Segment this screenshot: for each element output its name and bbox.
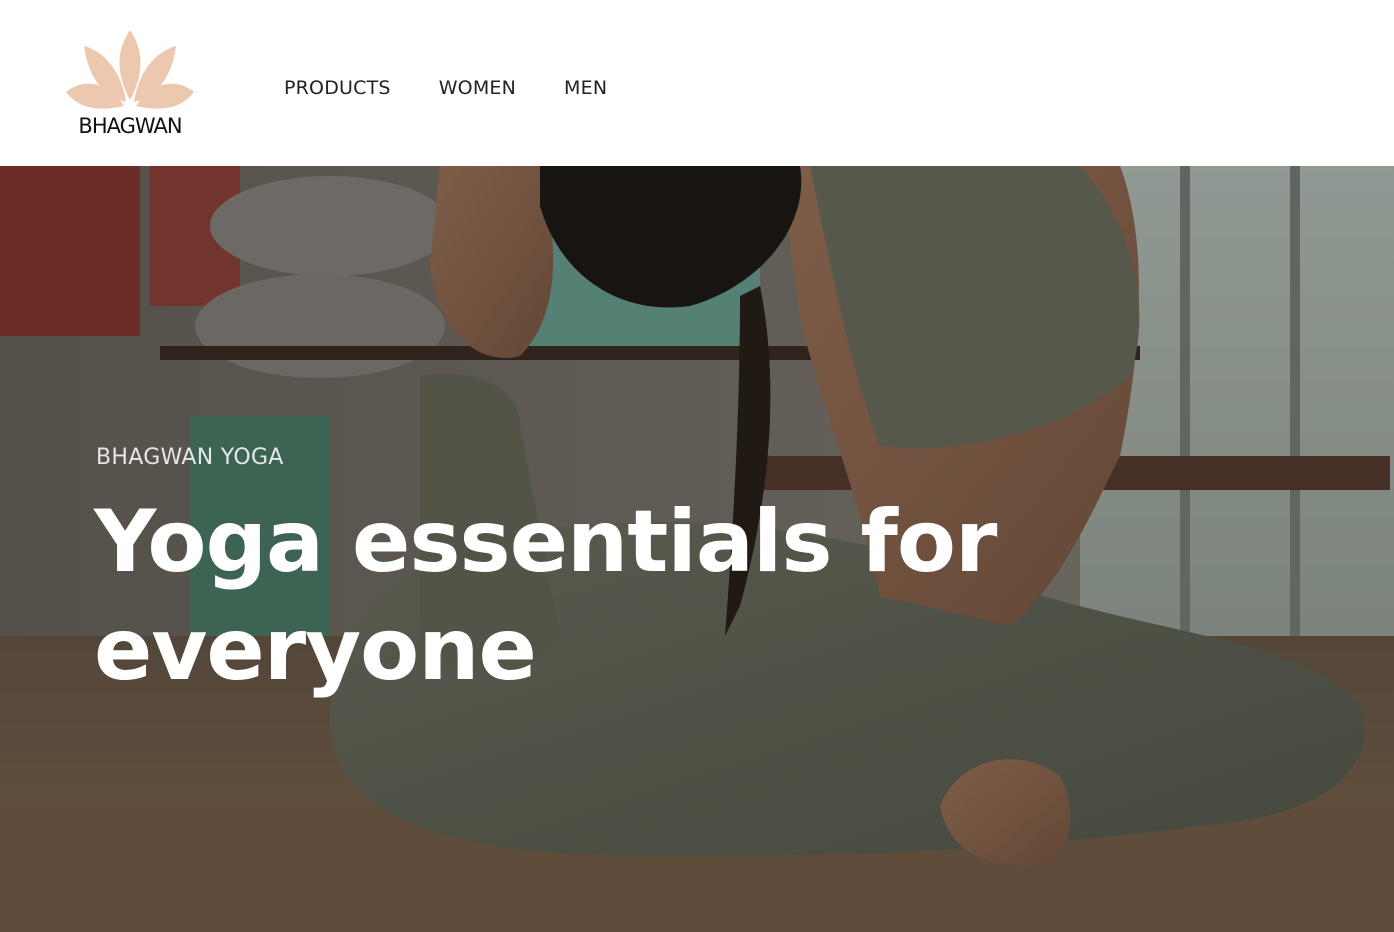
hero-eyebrow: BHAGWAN YOGA [96,445,284,470]
brand-name: BHAGWAN [78,114,182,138]
hero-heading: Yoga essentials for everyone [94,492,997,700]
main-nav: PRODUCTS WOMEN MEN [284,76,607,100]
nav-item-products[interactable]: PRODUCTS [284,76,391,100]
site-header: BHAGWAN PRODUCTS WOMEN MEN [0,0,1394,166]
brand-logo[interactable]: BHAGWAN [62,26,198,142]
hero-banner: BHAGWAN YOGA Yoga essentials for everyon… [0,166,1394,932]
nav-item-women[interactable]: WOMEN [439,76,516,100]
nav-item-men[interactable]: MEN [564,76,607,100]
lotus-icon [66,30,194,109]
